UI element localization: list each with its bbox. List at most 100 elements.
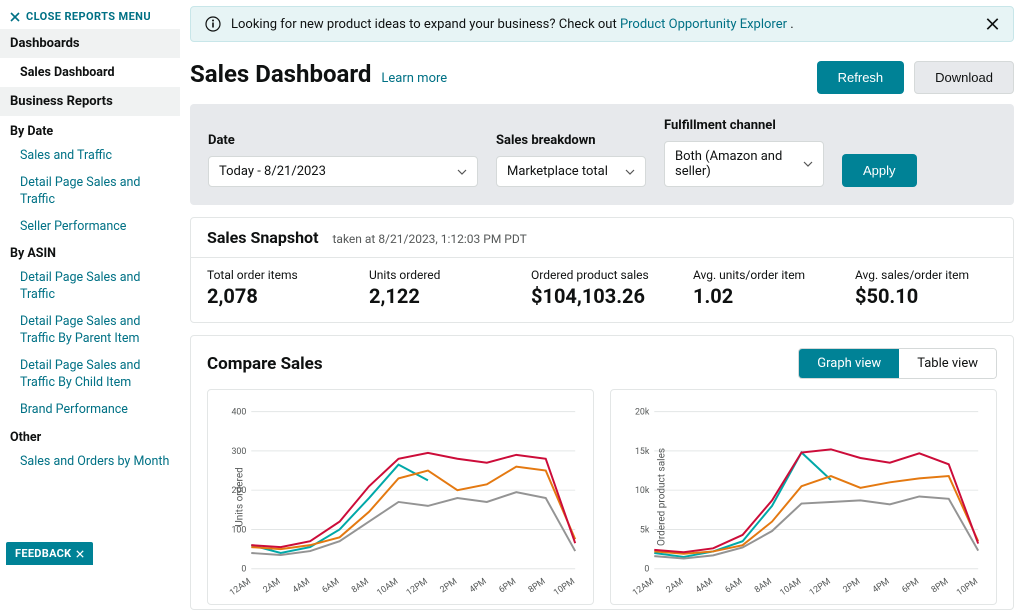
svg-text:6AM: 6AM (723, 577, 744, 596)
metric-value: 2,122 (369, 284, 511, 308)
apply-button[interactable]: Apply (842, 154, 917, 187)
close-icon (10, 12, 20, 22)
metric-label: Avg. units/order item (693, 268, 835, 282)
metric-1: Units ordered2,122 (369, 268, 511, 308)
learn-more-link[interactable]: Learn more (381, 71, 447, 86)
page-header: Sales Dashboard Learn more Refresh Downl… (190, 60, 1014, 94)
close-reports-menu[interactable]: CLOSE REPORTS MENU (0, 6, 180, 29)
svg-text:12AM: 12AM (228, 577, 253, 599)
metric-label: Avg. sales/order item (855, 268, 997, 282)
breakdown-select[interactable]: Marketplace total (496, 156, 646, 187)
sidebar-item-sales-orders-month[interactable]: Sales and Orders by Month (0, 449, 180, 476)
product-opportunity-link[interactable]: Product Opportunity Explorer (620, 17, 787, 32)
sidebar-section-dashboards: Dashboards (0, 29, 180, 58)
sidebar-group-by-asin: By ASIN (0, 240, 180, 265)
metric-value: $104,103.26 (531, 284, 673, 308)
svg-text:12AM: 12AM (631, 577, 656, 599)
svg-text:400: 400 (231, 408, 246, 418)
metric-3: Avg. units/order item 1.02 (693, 268, 835, 308)
svg-text:6PM: 6PM (497, 577, 518, 596)
svg-text:10AM: 10AM (778, 577, 803, 599)
compare-title: Compare Sales (207, 354, 323, 374)
sidebar-item-detail-page-sales-traffic[interactable]: Detail Page Sales and Traffic (0, 170, 180, 214)
sidebar-group-other: Other (0, 424, 180, 449)
metric-2: Ordered product sales $104,103.26 (531, 268, 673, 308)
graph-view-toggle[interactable]: Graph view (799, 349, 899, 378)
close-icon (76, 550, 84, 558)
sidebar-item-asin-detail[interactable]: Detail Page Sales and Traffic (0, 265, 180, 309)
feedback-button[interactable]: FEEDBACK (6, 542, 93, 565)
metric-label: Total order items (207, 268, 349, 282)
breakdown-filter-label: Sales breakdown (496, 133, 646, 148)
sidebar-item-sales-dashboard[interactable]: Sales Dashboard (0, 60, 180, 87)
svg-text:12PM: 12PM (808, 577, 833, 599)
main-content: Looking for new product ideas to expand … (180, 0, 1024, 571)
info-banner: Looking for new product ideas to expand … (190, 6, 1014, 42)
line-chart: 010020030040012AM2AM4AM6AM8AM10AM12PM2PM… (212, 400, 585, 600)
svg-text:10k: 10k (635, 486, 650, 496)
svg-text:0: 0 (241, 565, 246, 575)
close-reports-label: CLOSE REPORTS MENU (26, 10, 151, 23)
metric-label: Ordered product sales (531, 268, 673, 282)
svg-text:8AM: 8AM (753, 577, 774, 596)
svg-text:4AM: 4AM (291, 577, 312, 596)
feedback-label: FEEDBACK (15, 547, 71, 560)
sidebar: CLOSE REPORTS MENU Dashboards Sales Dash… (0, 0, 180, 571)
svg-text:10PM: 10PM (552, 577, 577, 599)
view-toggle: Graph view Table view (798, 348, 997, 379)
chart-ylabel: Ordered product sales (657, 448, 668, 546)
chevron-down-icon (803, 159, 813, 169)
sidebar-item-sales-traffic[interactable]: Sales and Traffic (0, 143, 180, 170)
svg-text:5k: 5k (640, 525, 650, 535)
download-button[interactable]: Download (914, 61, 1014, 94)
date-select[interactable]: Today - 8/21/2023 (208, 156, 478, 187)
svg-text:2AM: 2AM (665, 577, 686, 596)
sidebar-section-business-reports: Business Reports (0, 87, 180, 116)
filter-bar: Date Today - 8/21/2023 Sales breakdown M… (190, 104, 1014, 205)
svg-text:300: 300 (231, 447, 246, 457)
metric-value: $50.10 (855, 284, 997, 308)
sidebar-group-by-date: By Date (0, 118, 180, 143)
compare-sales-card: Compare Sales Graph view Table view Unit… (190, 335, 1014, 610)
svg-text:4PM: 4PM (871, 577, 892, 596)
snapshot-timestamp: taken at 8/21/2023, 1:12:03 PM PDT (333, 232, 527, 246)
svg-text:6AM: 6AM (320, 577, 341, 596)
chevron-down-icon (457, 167, 467, 177)
sidebar-item-brand-performance[interactable]: Brand Performance (0, 397, 180, 424)
channel-filter-label: Fulfillment channel (664, 118, 824, 133)
svg-text:12PM: 12PM (405, 577, 430, 599)
svg-text:100: 100 (231, 525, 246, 535)
chart-ylabel: Units ordered (234, 467, 245, 527)
refresh-button[interactable]: Refresh (817, 61, 905, 94)
sidebar-item-asin-child[interactable]: Detail Page Sales and Traffic By Child I… (0, 353, 180, 397)
table-view-toggle[interactable]: Table view (899, 349, 996, 378)
metric-value: 1.02 (693, 284, 835, 308)
chart-card-1: Ordered product sales 0 5k 10k 15k 20k 12AM 2AM… (610, 389, 997, 605)
page-title: Sales Dashboard (190, 60, 371, 88)
svg-text:15k: 15k (635, 447, 650, 457)
sidebar-item-seller-performance[interactable]: Seller Performance (0, 214, 180, 241)
svg-text:4AM: 4AM (694, 577, 715, 596)
metric-value: 2,078 (207, 284, 349, 308)
svg-text:20k: 20k (635, 408, 650, 418)
info-icon (205, 16, 221, 32)
snapshot-title: Sales Snapshot (207, 228, 319, 247)
metric-4: Avg. sales/order item $50.10 (855, 268, 997, 308)
banner-close-icon[interactable] (986, 18, 999, 31)
chevron-down-icon (625, 167, 635, 177)
svg-text:10PM: 10PM (955, 577, 980, 599)
svg-text:4PM: 4PM (468, 577, 489, 596)
svg-text:2PM: 2PM (438, 577, 459, 596)
sidebar-item-asin-parent[interactable]: Detail Page Sales and Traffic By Parent … (0, 309, 180, 353)
chart-card-0: Units ordered010020030040012AM2AM4AM6AM8… (207, 389, 594, 605)
svg-text:8PM: 8PM (527, 577, 548, 596)
svg-text:0: 0 (644, 565, 649, 575)
sales-snapshot-card: Sales Snapshot taken at 8/21/2023, 1:12:… (190, 217, 1014, 323)
svg-text:10AM: 10AM (375, 577, 400, 599)
svg-text:2AM: 2AM (262, 577, 283, 596)
date-filter-label: Date (208, 133, 478, 148)
svg-text:8AM: 8AM (350, 577, 371, 596)
metric-0: Total order items 2,078 (207, 268, 349, 308)
channel-select[interactable]: Both (Amazon and seller) (664, 141, 824, 187)
svg-text:6PM: 6PM (900, 577, 921, 596)
